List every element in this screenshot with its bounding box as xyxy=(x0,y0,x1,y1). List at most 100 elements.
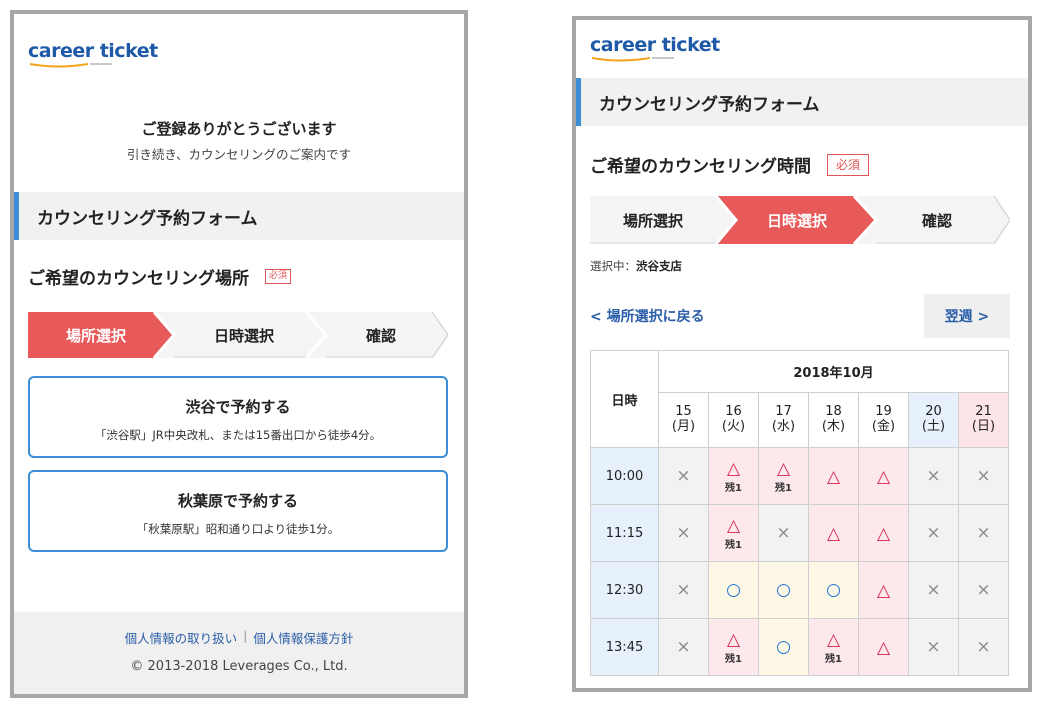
slot-available[interactable]: ○ xyxy=(758,561,809,619)
day-date: 16 xyxy=(725,404,742,420)
triangle-icon: △ xyxy=(726,515,741,536)
cross-icon: × xyxy=(976,523,991,543)
selected-label: 選択中： xyxy=(590,259,636,273)
time-row: 11:15 × △ 残1 × △ △ × × xyxy=(590,504,1009,562)
shibuya-reserve-button[interactable]: 渋谷で予約する 「渋谷駅」JR中央改札、または15番出口から徒歩4分。 xyxy=(28,376,448,458)
cross-icon: × xyxy=(926,466,941,486)
step-datetime: 日時選択 xyxy=(213,326,274,345)
slot-available[interactable]: △ 残1 xyxy=(808,618,859,676)
footer-links: 個人情報の取り扱い | 個人情報保護方針 xyxy=(14,628,464,647)
day-of-week: (金) xyxy=(871,419,896,434)
cross-icon: × xyxy=(676,580,691,600)
slot-available[interactable]: △ 残1 xyxy=(758,447,809,505)
slot-available[interactable]: △ xyxy=(858,618,909,676)
time-row: 13:45 × △ 残1 ○ △ 残1 △ × × xyxy=(590,618,1009,676)
slot-available[interactable]: △ xyxy=(858,504,909,562)
step-place: 場所選択 xyxy=(65,326,126,345)
triangle-icon: △ xyxy=(826,629,841,650)
footer: 個人情報の取り扱い | 個人情報保護方針 © 2013-2018 Leverag… xyxy=(14,612,464,694)
cross-icon: × xyxy=(676,637,691,657)
slot-available[interactable]: △ 残1 xyxy=(708,618,759,676)
slot-available[interactable]: ○ xyxy=(808,561,859,619)
time-row: 12:30 × ○ ○ ○ △ × × xyxy=(590,561,1009,619)
selected-branch: 選択中：渋谷支店 xyxy=(590,258,682,274)
cross-icon: × xyxy=(976,637,991,657)
day-of-week: (水) xyxy=(771,419,796,434)
logo-swoosh-icon xyxy=(29,63,112,68)
cross-icon: × xyxy=(976,466,991,486)
circle-icon: ○ xyxy=(776,580,791,600)
slot-available[interactable]: ○ xyxy=(708,561,759,619)
screen-place-selection: career ticket ご登録ありがとうございます 引き続き、カウンセリング… xyxy=(10,10,468,698)
slot-available[interactable]: △ 残1 xyxy=(708,504,759,562)
time-column-header: 日時 xyxy=(590,350,659,448)
slot-available[interactable]: △ xyxy=(808,447,859,505)
shibuya-title: 渋谷で予約する xyxy=(185,398,291,416)
place-heading-text: ご希望のカウンセリング場所 xyxy=(28,269,249,289)
screen-datetime-selection: career ticket カウンセリング予約フォーム ご希望のカウンセリング時… xyxy=(572,16,1032,692)
selected-branch-name: 渋谷支店 xyxy=(636,259,682,273)
time-heading: ご希望のカウンセリング時間 必須 xyxy=(590,152,870,177)
time-heading-text: ご希望のカウンセリング時間 xyxy=(590,157,811,177)
remaining-count: 残1 xyxy=(725,653,742,665)
cross-icon: × xyxy=(976,580,991,600)
triangle-icon: △ xyxy=(726,629,741,650)
slot-available[interactable]: ○ xyxy=(758,618,809,676)
slot-unavailable: × xyxy=(658,504,709,562)
day-header: 17 (水) xyxy=(758,392,809,448)
shibuya-desc: 「渋谷駅」JR中央改札、または15番出口から徒歩4分。 xyxy=(94,428,382,442)
triangle-icon: △ xyxy=(826,466,841,487)
slot-available[interactable]: △ xyxy=(858,561,909,619)
time-label: 11:15 xyxy=(590,504,659,562)
cross-icon: × xyxy=(676,523,691,543)
slot-unavailable: × xyxy=(658,561,709,619)
triangle-icon: △ xyxy=(776,458,791,479)
privacy-policy-link[interactable]: 個人情報保護方針 xyxy=(253,628,353,647)
day-of-week: (木) xyxy=(821,419,846,434)
month-header: 2018年10月 xyxy=(658,350,1009,393)
step-confirm: 確認 xyxy=(921,211,952,230)
time-label: 10:00 xyxy=(590,447,659,505)
day-date: 20 xyxy=(925,404,942,420)
circle-icon: ○ xyxy=(726,580,741,600)
day-of-week: (土) xyxy=(921,419,946,434)
slot-available[interactable]: △ xyxy=(858,447,909,505)
cross-icon: × xyxy=(676,466,691,486)
thanks-title: ご登録ありがとうございます xyxy=(141,120,337,138)
slot-available[interactable]: △ 残1 xyxy=(708,447,759,505)
slot-unavailable: × xyxy=(958,561,1009,619)
cross-icon: × xyxy=(926,580,941,600)
next-week-button[interactable]: 翌週 > xyxy=(924,294,1010,338)
cross-icon: × xyxy=(776,523,791,543)
section-title-bar: カウンセリング予約フォーム xyxy=(14,192,464,240)
slot-unavailable: × xyxy=(758,504,809,562)
day-date: 19 xyxy=(875,404,892,420)
slot-available[interactable]: △ xyxy=(808,504,859,562)
privacy-handling-link[interactable]: 個人情報の取り扱い xyxy=(125,628,238,647)
back-to-place-link[interactable]: < 場所選択に戻る xyxy=(590,306,705,326)
akihabara-reserve-button[interactable]: 秋葉原で予約する 「秋葉原駅」昭和通り口より徒歩1分。 xyxy=(28,470,448,552)
footer-separator: | xyxy=(243,628,248,643)
logo-text: career ticket xyxy=(590,34,720,56)
thanks-subtitle: 引き続き、カウンセリングのご案内です xyxy=(126,147,352,162)
day-header: 20 (土) xyxy=(908,392,959,448)
circle-icon: ○ xyxy=(776,637,791,657)
slot-unavailable: × xyxy=(908,504,959,562)
progress-steps: 場所選択 日時選択 確認 xyxy=(590,196,1010,244)
career-ticket-logo[interactable]: career ticket xyxy=(590,34,720,62)
remaining-count: 残1 xyxy=(725,482,742,494)
triangle-icon: △ xyxy=(876,466,891,487)
remaining-count: 残1 xyxy=(775,482,792,494)
time-label: 12:30 xyxy=(590,561,659,619)
triangle-icon: △ xyxy=(876,580,891,601)
day-of-week: (日) xyxy=(971,419,996,434)
slot-unavailable: × xyxy=(958,447,1009,505)
day-of-week: (火) xyxy=(721,419,746,434)
slot-unavailable: × xyxy=(908,447,959,505)
career-ticket-logo[interactable]: career ticket xyxy=(28,40,158,68)
slot-unavailable: × xyxy=(658,447,709,505)
cross-icon: × xyxy=(926,523,941,543)
day-header: 19 (金) xyxy=(858,392,909,448)
calendar-body: 10:00 × △ 残1 △ 残1 △ △ × × 11:15 × △ 残1 × △ △ × × 12:30 × ○ ○ ○ △… xyxy=(590,447,1009,676)
day-date: 15 xyxy=(675,404,692,420)
